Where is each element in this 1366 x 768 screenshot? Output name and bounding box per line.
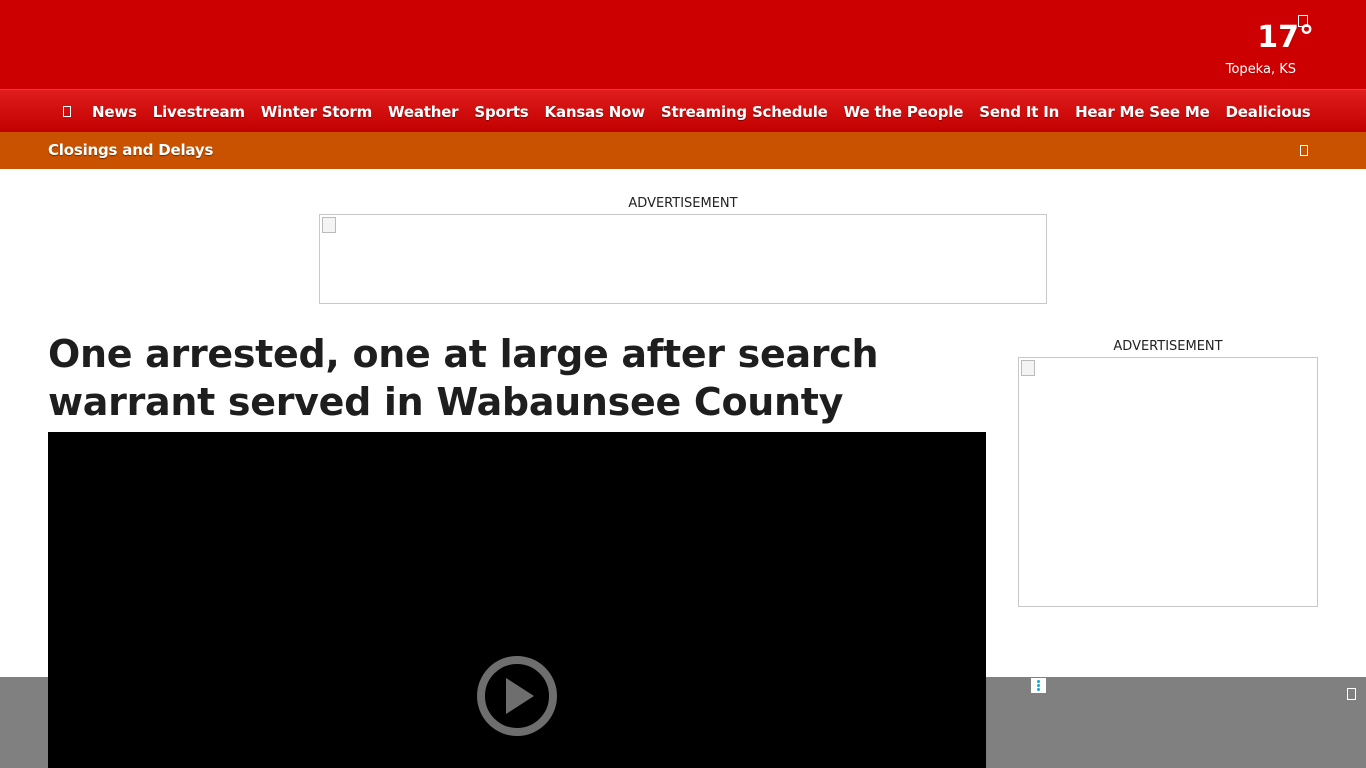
nav-item-news[interactable]: News [92, 103, 137, 121]
article-headline: One arrested, one at large after search … [48, 332, 879, 424]
weather-location: Topeka, KS [1225, 62, 1296, 77]
play-icon[interactable] [477, 656, 557, 736]
nav-item-hear-me-see-me[interactable]: Hear Me See Me [1075, 103, 1210, 121]
side-ad-label: ADVERTISEMENT [1113, 339, 1223, 354]
weather-widget[interactable]: 17° Topeka, KS [1194, 20, 1314, 78]
alert-bar: Closings and Delays [0, 132, 1366, 169]
site-header: 17° Topeka, KS [0, 0, 1366, 89]
home-icon[interactable] [58, 90, 76, 133]
close-icon[interactable] [1347, 688, 1356, 700]
closings-delays-link[interactable]: Closings and Delays [48, 141, 213, 159]
search-icon[interactable] [1298, 15, 1308, 27]
broken-image-icon [1021, 360, 1035, 376]
nav-item-weather[interactable]: Weather [388, 103, 459, 121]
nav-item-dealicious[interactable]: Dealicious [1226, 103, 1311, 121]
weather-temperature: 17° [1257, 20, 1314, 55]
side-ad-box[interactable] [1018, 357, 1318, 607]
chevron-down-icon[interactable] [1300, 145, 1308, 156]
nav-item-winter-storm[interactable]: Winter Storm [261, 103, 372, 121]
nav-item-livestream[interactable]: Livestream [153, 103, 245, 121]
nav-item-sports[interactable]: Sports [474, 103, 528, 121]
nav-item-streaming-schedule[interactable]: Streaming Schedule [661, 103, 828, 121]
nav-item-we-the-people[interactable]: We the People [844, 103, 964, 121]
ad-options-icon[interactable] [1031, 678, 1046, 693]
main-navigation: News Livestream Winter Storm Weather Spo… [0, 89, 1366, 132]
nav-item-kansas-now[interactable]: Kansas Now [545, 103, 646, 121]
nav-list: News Livestream Winter Storm Weather Spo… [58, 90, 1327, 133]
broken-image-icon [322, 217, 336, 233]
top-ad-label: ADVERTISEMENT [628, 196, 738, 211]
top-ad-banner[interactable] [319, 214, 1047, 304]
nav-item-send-it-in[interactable]: Send It In [979, 103, 1059, 121]
